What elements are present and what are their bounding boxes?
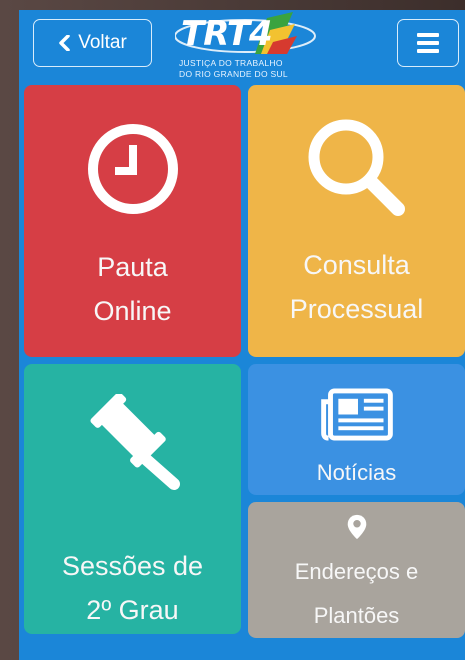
tile-sessoes-line2: 2º Grau (86, 595, 179, 625)
hamburger-menu-icon-bar (417, 49, 439, 53)
trt4-logo: TRT4 JUSTIÇA DO TRABALHO DO RIO GRANDE D… (175, 10, 325, 84)
tile-pauta-online[interactable]: Pauta Online (24, 85, 241, 357)
tile-pauta-line2: Online (93, 296, 172, 326)
tile-sessoes-line1: Sessões de (61, 551, 204, 581)
menu-button[interactable] (397, 19, 459, 67)
tile-enderecos-line2: Plantões (313, 603, 400, 628)
back-button-label: Voltar (78, 32, 127, 53)
hamburger-menu-icon-bar (417, 41, 439, 45)
logo-subtitle-line1: JUSTIÇA DO TRABALHO (179, 58, 283, 68)
clock-icon (87, 124, 178, 214)
gavel-icon (89, 394, 180, 490)
back-button[interactable]: Voltar (33, 19, 152, 67)
newspaper-icon (320, 388, 393, 441)
search-icon (308, 119, 405, 216)
tile-enderecos-plantoes[interactable]: Endereços e Plantões (248, 502, 465, 638)
logo-subtitle-line2: DO RIO GRANDE DO SUL (179, 69, 288, 79)
tile-consulta-line2: Processual (289, 294, 424, 324)
tile-enderecos-line1: Endereços e (294, 559, 419, 584)
tile-sessoes-2o-grau[interactable]: Sessões de 2º Grau (24, 364, 241, 634)
tile-noticias[interactable]: Notícias (248, 364, 465, 495)
app-screen: Voltar TRT4 JUSTIÇA DO TRABALHO DO RIO G… (19, 10, 465, 660)
logo-wordmark: TRT4 (181, 14, 273, 54)
top-navigation-bar: Voltar TRT4 JUSTIÇA DO TRABALHO DO RIO G… (19, 10, 465, 84)
map-marker-icon (347, 514, 366, 540)
chevron-left-icon (59, 35, 70, 51)
tile-consulta-processual[interactable]: Consulta Processual (248, 85, 465, 357)
tile-pauta-line1: Pauta (97, 252, 168, 282)
hamburger-menu-icon (417, 33, 439, 37)
tile-consulta-line1: Consulta (303, 250, 410, 280)
tile-noticias-label: Notícias (316, 460, 397, 485)
